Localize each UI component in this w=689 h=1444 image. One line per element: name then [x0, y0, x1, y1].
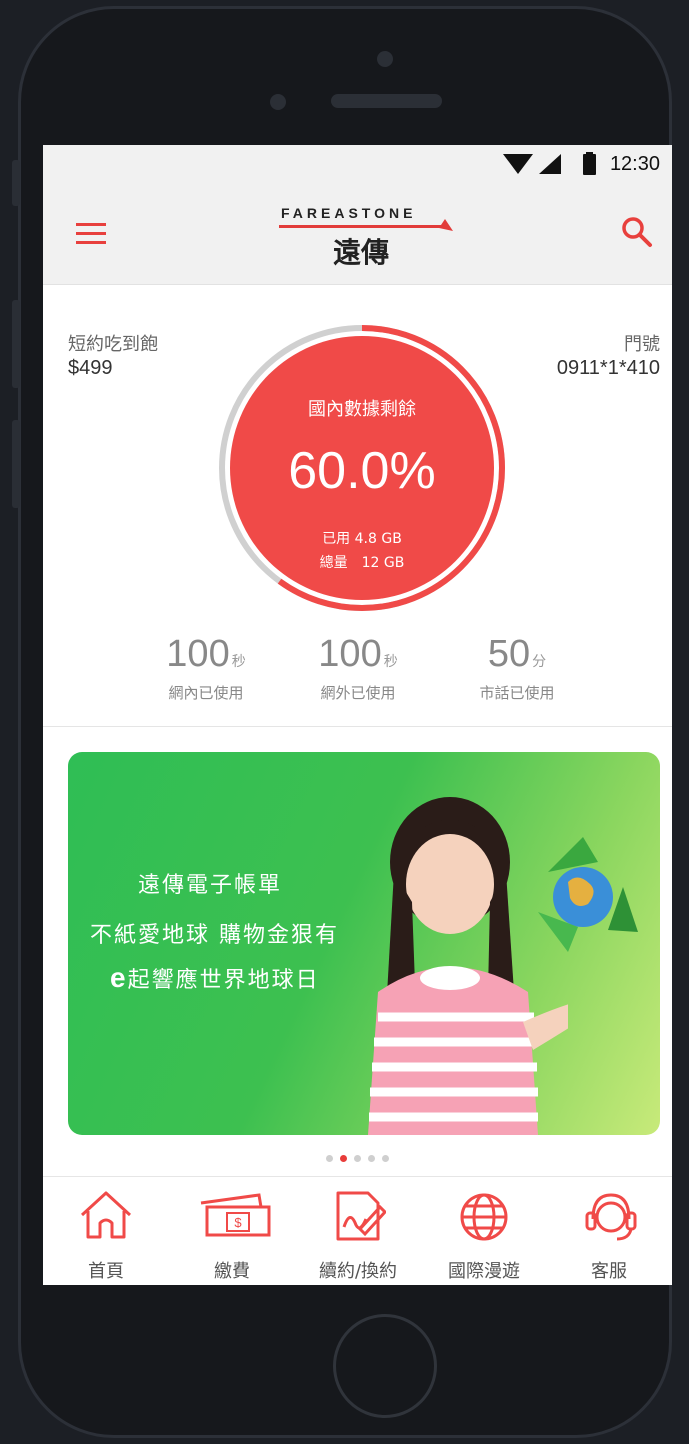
- brand-name-en: FAREASTONE: [281, 205, 417, 221]
- banner-line-3-text: 起響應世界地球日: [127, 968, 320, 993]
- tab-roaming[interactable]: 國際漫遊: [421, 1177, 547, 1285]
- tab-label: 客服: [591, 1261, 627, 1282]
- banner-line-2: 不紙愛地球 購物金狠有: [90, 923, 339, 948]
- bill-icon: $: [200, 1193, 271, 1237]
- proximity-sensor: [270, 94, 286, 110]
- stat-value: 100: [166, 633, 230, 675]
- tab-label: 國際漫遊: [448, 1261, 520, 1282]
- tab-home[interactable]: 首頁: [43, 1177, 169, 1285]
- tab-support[interactable]: 客服: [546, 1177, 672, 1285]
- section-divider: [43, 726, 672, 727]
- home-button[interactable]: [333, 1314, 437, 1418]
- recycle-globe-icon: [538, 837, 638, 952]
- banner-line-3: e起響應世界地球日: [110, 962, 320, 994]
- tab-label: 續約/換約: [318, 1261, 398, 1282]
- carousel-indicators[interactable]: [326, 1147, 396, 1162]
- plan-price: $499: [68, 357, 113, 379]
- data-remaining-title: 國內數據剩餘: [308, 399, 416, 420]
- wifi-icon: [503, 154, 533, 174]
- contract-icon: [336, 1191, 386, 1241]
- carousel-dot[interactable]: [368, 1155, 375, 1162]
- svg-text:$: $: [234, 1215, 242, 1230]
- app-screen: 12:30 FAREASTONE 遠傳 短約吃到飽 $499 門號 0911*1…: [43, 145, 672, 1285]
- app-bar: FAREASTONE 遠傳: [43, 183, 672, 285]
- headset-icon: [585, 1193, 637, 1241]
- stat-unit: 秒: [383, 654, 398, 670]
- data-total: 總量 12 GB: [319, 555, 405, 571]
- stat-label: 網外已使用: [320, 684, 396, 702]
- front-camera: [377, 51, 393, 67]
- brand-swoosh: [439, 219, 453, 231]
- phone-number: 0911*1*410: [556, 357, 660, 379]
- brand-name-cn: 遠傳: [333, 236, 390, 269]
- globe-icon: [460, 1193, 508, 1241]
- stat-label: 市話已使用: [479, 684, 555, 702]
- status-time: 12:30: [609, 153, 660, 175]
- stat-offnet: 100 秒 網外已使用: [268, 633, 448, 703]
- bottom-tab-bar: 首頁 $ 繳費 續約/換約 國際漫遊 客服: [43, 1176, 672, 1285]
- promo-banner[interactable]: 遠傳電子帳單 不紙愛地球 購物金狠有 e起響應世界地球日: [68, 752, 660, 1135]
- carousel-dot[interactable]: [340, 1155, 347, 1162]
- tab-label: 首頁: [88, 1261, 124, 1282]
- plan-name: 短約吃到飽: [68, 334, 158, 355]
- carousel-dot[interactable]: [354, 1155, 361, 1162]
- carousel-dot[interactable]: [382, 1155, 389, 1162]
- tab-payment[interactable]: $ 繳費: [169, 1177, 295, 1285]
- banner-line-1: 遠傳電子帳單: [138, 873, 283, 898]
- tab-contract[interactable]: 續約/換約: [295, 1177, 421, 1285]
- banner-e-letter: e: [110, 962, 128, 993]
- earpiece-speaker: [331, 94, 442, 108]
- mute-switch: [12, 160, 20, 206]
- brand-underline: [279, 225, 449, 228]
- signal-icon: [539, 154, 561, 174]
- menu-icon[interactable]: [76, 223, 106, 245]
- stat-value: 100: [318, 633, 382, 675]
- data-remaining-percent: 60.0%: [288, 442, 436, 500]
- stat-unit: 分: [532, 654, 547, 670]
- search-icon[interactable]: [621, 216, 653, 248]
- stat-landline: 50 分 市話已使用: [427, 633, 607, 703]
- volume-up-button: [12, 300, 20, 388]
- home-icon: [80, 1191, 132, 1239]
- data-used: 已用 4.8 GB: [322, 531, 402, 547]
- stat-value: 50: [487, 633, 531, 675]
- battery-icon: [583, 152, 596, 175]
- status-bar: 12:30: [43, 145, 672, 183]
- carousel-dot[interactable]: [326, 1155, 333, 1162]
- phone-number-label: 門號: [624, 334, 660, 355]
- volume-down-button: [12, 420, 20, 508]
- tab-label: 繳費: [214, 1261, 250, 1282]
- stat-unit: 秒: [231, 654, 246, 670]
